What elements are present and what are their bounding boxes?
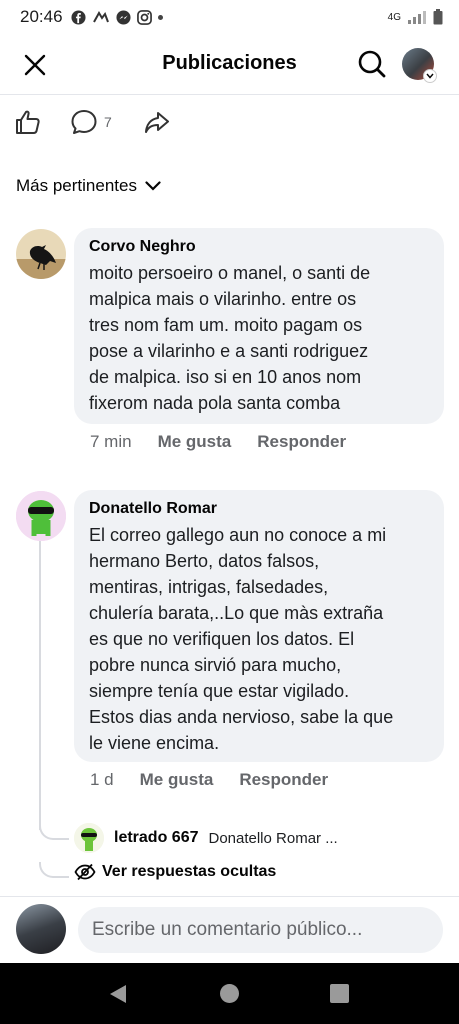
avatar[interactable]: [16, 491, 66, 541]
thread-connector: [39, 826, 69, 840]
instagram-notification-icon: [136, 9, 152, 25]
search-icon: [358, 50, 386, 78]
share-arrow-icon: [145, 112, 169, 133]
reply-button[interactable]: Responder: [257, 432, 346, 452]
home-icon[interactable]: [220, 984, 239, 1003]
system-navigation-bar: [0, 963, 459, 1024]
hidden-replies-label: Ver respuestas ocultas: [102, 863, 277, 880]
comment-bubble: Donatello Romar El correo gallego aun no…: [74, 490, 444, 762]
header-divider: [0, 94, 459, 95]
post-actions: 7: [0, 104, 459, 140]
more-notifications-icon: [157, 14, 163, 20]
like-button[interactable]: [13, 107, 43, 137]
chevron-down-icon: [423, 69, 437, 83]
view-hidden-replies-button[interactable]: Ver respuestas ocultas: [74, 863, 276, 881]
comment-text: El correo gallego aun no conoce a mi her…: [89, 525, 394, 753]
page-title: Publicaciones: [162, 52, 297, 74]
like-comment-button[interactable]: Me gusta: [140, 770, 214, 790]
reply-snippet: Donatello Romar ...: [208, 829, 338, 847]
link-notification-icon: [92, 10, 109, 22]
profile-menu-button[interactable]: [402, 48, 437, 83]
current-user-avatar: [16, 904, 66, 954]
thumbs-up-icon: [16, 110, 40, 134]
notification-icons: [71, 9, 163, 25]
comment-count: 7: [104, 114, 112, 130]
status-bar: 20:46 4G: [0, 0, 459, 34]
sort-label: Más pertinentes: [16, 176, 137, 195]
reply-button[interactable]: Responder: [239, 770, 328, 790]
avatar[interactable]: [16, 229, 66, 279]
turtle-avatar-icon: [16, 491, 66, 541]
status-time: 20:46: [20, 7, 63, 26]
comment-timestamp[interactable]: 1 d: [90, 770, 114, 790]
reply-author: letrado 667: [114, 829, 199, 846]
comment-bubble: Corvo Neghro moito persoeiro o manel, o …: [74, 228, 444, 424]
comment-timestamp[interactable]: 7 min: [90, 432, 132, 452]
facebook-notification-icon: [71, 9, 86, 25]
recent-apps-icon[interactable]: [330, 984, 349, 1003]
eye-slash-icon: [74, 863, 96, 881]
comment-bubble-icon: [71, 110, 97, 134]
crow-avatar-icon: [16, 229, 66, 279]
comment-item: Donatello Romar El correo gallego aun no…: [0, 488, 459, 798]
comment-sort-selector[interactable]: Más pertinentes: [16, 174, 161, 198]
comment-author[interactable]: Corvo Neghro: [89, 238, 430, 256]
chevron-down-icon: [145, 181, 161, 191]
reply-avatar: [74, 823, 104, 853]
messenger-notification-icon: [116, 9, 131, 25]
top-app-bar: Publicaciones: [0, 34, 459, 94]
comment-author[interactable]: Donatello Romar: [89, 500, 430, 518]
share-button[interactable]: [142, 107, 172, 137]
reply-preview[interactable]: letrado 667 Donatello Romar ...: [74, 823, 338, 853]
battery-icon: [433, 9, 443, 25]
search-button[interactable]: [354, 46, 390, 82]
network-type: 4G: [387, 11, 401, 23]
signal-icon: [408, 11, 426, 24]
thread-connector: [39, 862, 69, 878]
like-comment-button[interactable]: Me gusta: [158, 432, 232, 452]
turtle-avatar-icon: [74, 823, 104, 853]
comment-meta: 1 d Me gusta Responder: [90, 770, 328, 790]
back-icon[interactable]: [108, 983, 128, 1005]
comment-item: Corvo Neghro moito persoeiro o manel, o …: [0, 226, 459, 466]
composer-divider: [0, 896, 459, 897]
comment-input[interactable]: [78, 907, 443, 953]
comment-meta: 7 min Me gusta Responder: [90, 432, 346, 452]
comment-text: moito persoeiro o manel, o santi de malp…: [89, 263, 371, 413]
comment-button[interactable]: 7: [70, 107, 112, 137]
system-status: 4G: [388, 9, 443, 25]
